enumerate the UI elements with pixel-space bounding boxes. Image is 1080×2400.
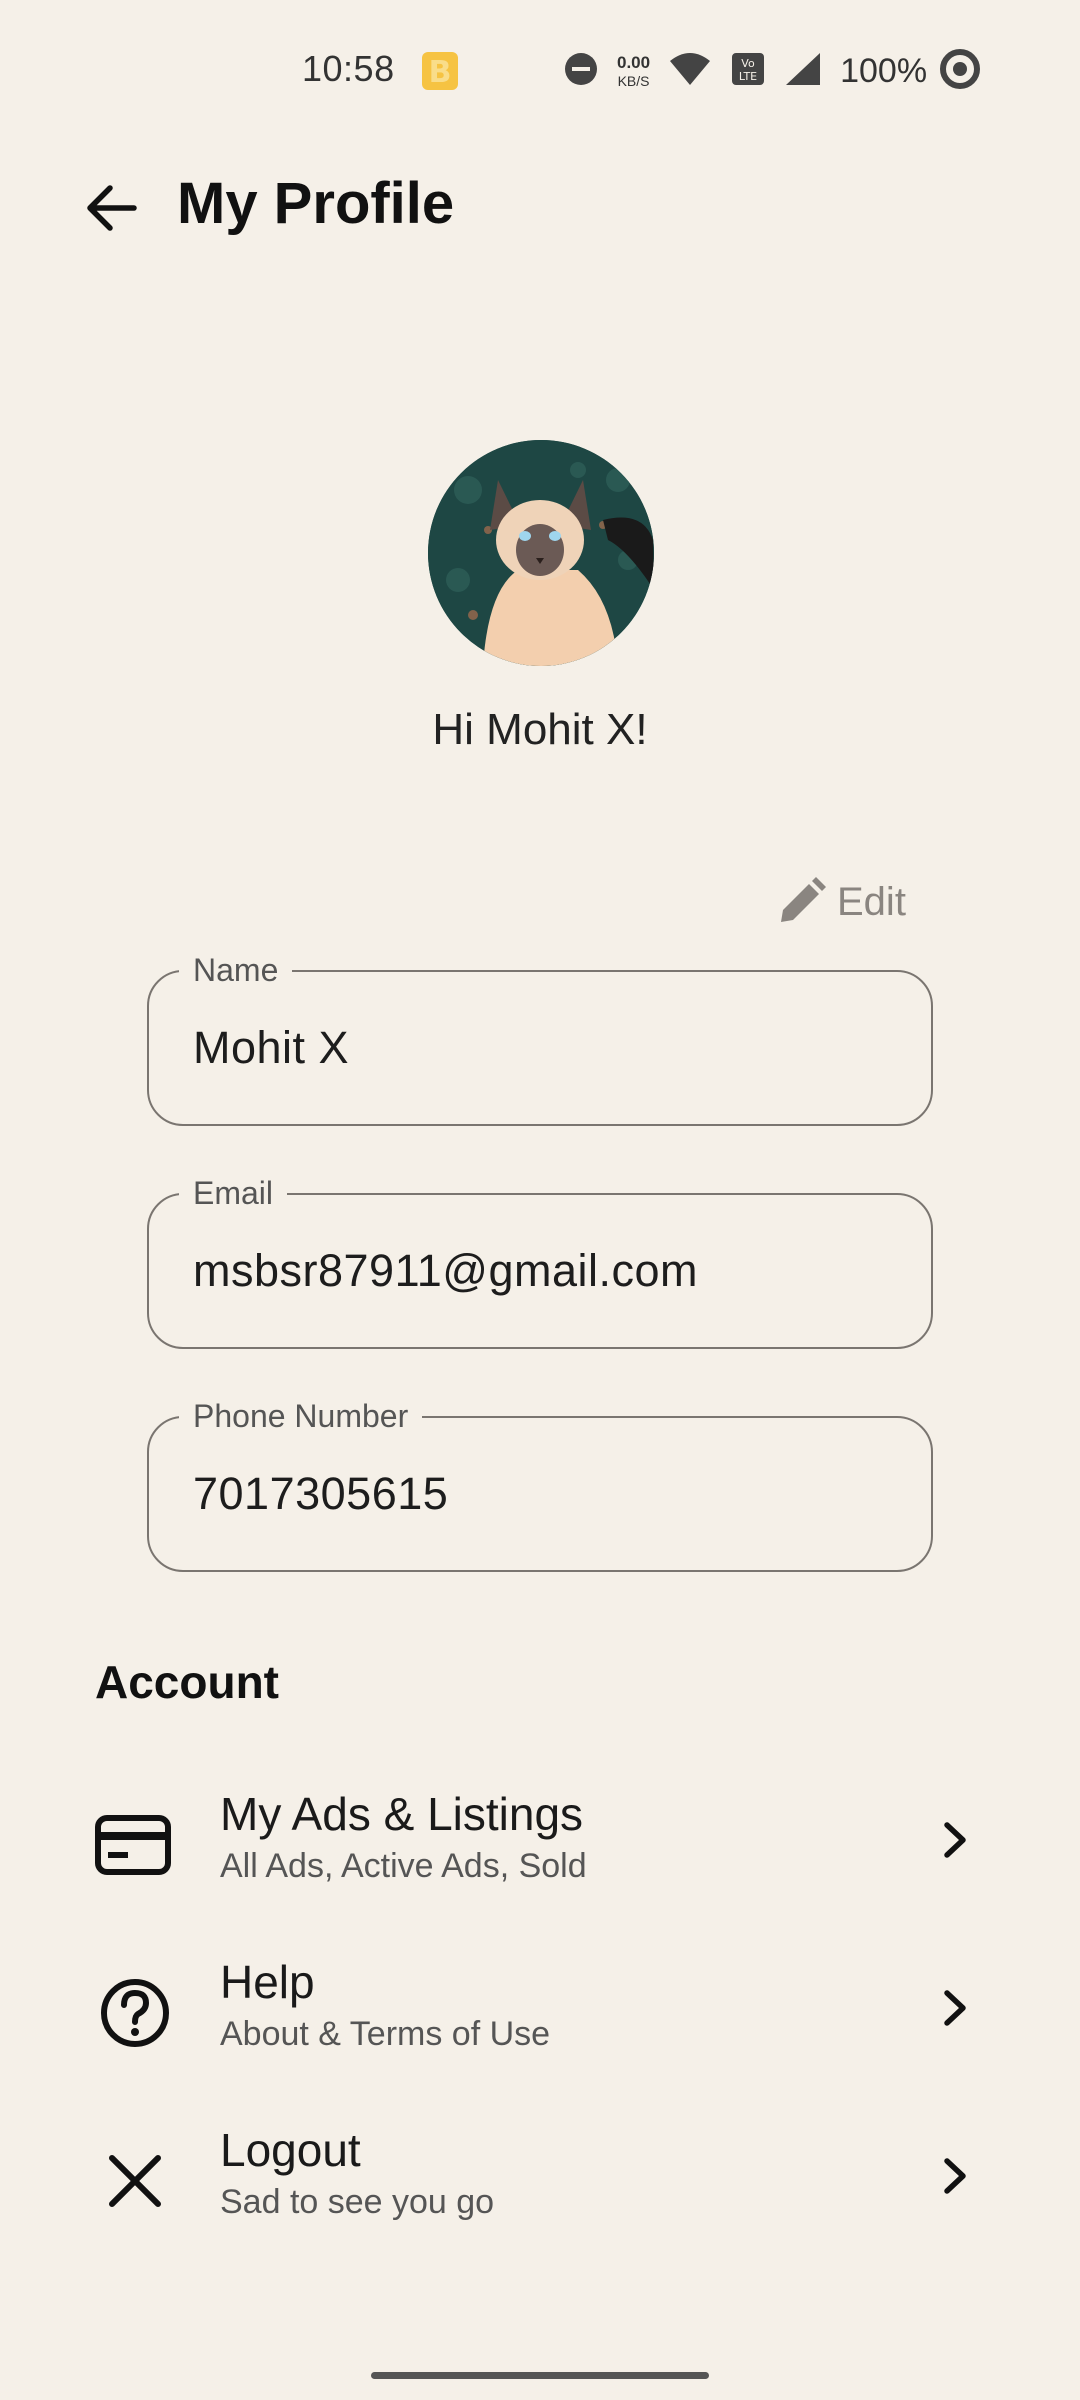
b-app-icon: B bbox=[420, 50, 460, 97]
menu-item-my-ads[interactable]: My Ads & Listings All Ads, Active Ads, S… bbox=[0, 1765, 1080, 1915]
network-speed: 0.00 KB/S bbox=[617, 52, 651, 90]
speed-unit: KB/S bbox=[617, 72, 650, 89]
wifi-icon bbox=[668, 51, 712, 92]
arrow-left-icon bbox=[87, 185, 137, 231]
home-indicator[interactable] bbox=[371, 2372, 709, 2379]
status-bar: 10:58 B 0.00 KB/S Vo LTE 100% bbox=[0, 0, 1080, 140]
svg-text:Vo: Vo bbox=[741, 57, 755, 70]
dnd-icon bbox=[563, 51, 599, 92]
chevron-right-icon bbox=[935, 1815, 975, 1865]
email-field-value: msbsr87911@gmail.com bbox=[193, 1245, 699, 1296]
avatar[interactable] bbox=[428, 440, 654, 666]
phone-field-value: 7017305615 bbox=[193, 1468, 449, 1519]
chevron-right-icon bbox=[935, 1983, 975, 2033]
battery-ring-icon bbox=[939, 48, 981, 95]
chevron-right-icon bbox=[935, 2151, 975, 2201]
card-icon bbox=[90, 1800, 180, 1890]
name-field-value: Mohit X bbox=[193, 1022, 350, 1073]
menu-item-title: Help bbox=[220, 1956, 315, 2008]
svg-text:LTE: LTE bbox=[739, 70, 757, 83]
email-field-label: Email bbox=[179, 1175, 288, 1212]
account-section-title: Account bbox=[95, 1656, 279, 1708]
edit-button[interactable]: Edit bbox=[775, 872, 906, 932]
close-icon bbox=[90, 2136, 180, 2226]
status-time: 10:58 bbox=[302, 48, 395, 89]
page-title: My Profile bbox=[177, 171, 455, 236]
menu-item-subtitle: All Ads, Active Ads, Sold bbox=[220, 1847, 587, 1885]
pencil-icon bbox=[781, 877, 826, 922]
phone-field[interactable]: Phone Number 7017305615 bbox=[147, 1398, 933, 1572]
edit-label: Edit bbox=[837, 879, 906, 924]
menu-item-title: My Ads & Listings bbox=[220, 1788, 584, 1840]
name-field-label: Name bbox=[179, 952, 293, 989]
battery-percent: 100% bbox=[840, 52, 928, 90]
menu-item-subtitle: About & Terms of Use bbox=[220, 2015, 551, 2053]
greeting-text: Hi Mohit X! bbox=[432, 705, 648, 754]
menu-item-title: Logout bbox=[220, 2124, 361, 2176]
menu-item-logout[interactable]: Logout Sad to see you go bbox=[0, 2101, 1080, 2251]
help-circle-icon bbox=[90, 1968, 180, 2058]
back-button[interactable] bbox=[80, 176, 144, 240]
volte-icon: Vo LTE bbox=[730, 51, 766, 92]
svg-text:B: B bbox=[429, 55, 452, 90]
signal-icon bbox=[784, 51, 822, 92]
email-field[interactable]: Email msbsr87911@gmail.com bbox=[147, 1175, 933, 1349]
app-header: My Profile bbox=[0, 160, 1080, 250]
speed-value: 0.00 bbox=[617, 52, 651, 72]
name-field[interactable]: Name Mohit X bbox=[147, 952, 933, 1126]
menu-item-subtitle: Sad to see you go bbox=[220, 2183, 495, 2221]
menu-item-help[interactable]: Help About & Terms of Use bbox=[0, 1933, 1080, 2083]
phone-field-label: Phone Number bbox=[179, 1398, 423, 1435]
